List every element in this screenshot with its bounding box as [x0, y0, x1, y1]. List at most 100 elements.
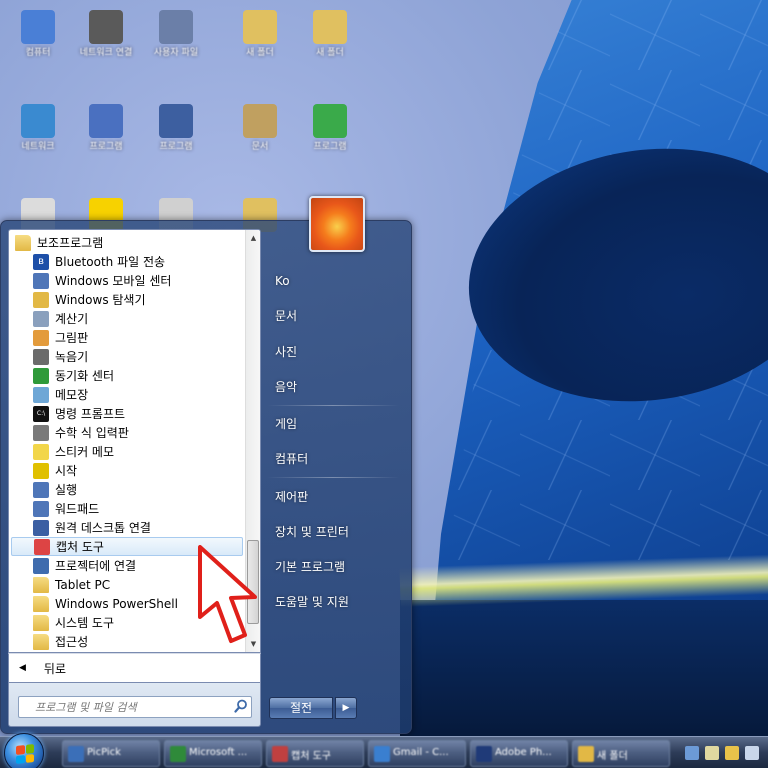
right-item-devices-printers[interactable]: 장치 및 프린터 [267, 517, 405, 547]
icon-network[interactable]: 네트워크 연결 [76, 4, 136, 74]
program-item[interactable]: 워드패드 [11, 499, 243, 518]
program-item[interactable]: ʙ Bluetooth 파일 전송 [11, 252, 243, 271]
right-item-control-panel[interactable]: 제어판 [267, 482, 405, 512]
program-label: 메모장 [55, 388, 89, 402]
taskbar-app-icon [476, 746, 492, 762]
program-label: 캡처 도구 [56, 540, 104, 554]
shutdown-options-arrow-icon[interactable]: ▶ [335, 697, 357, 719]
taskbar-button[interactable]: Microsoft ... [164, 740, 262, 767]
math-input-icon [33, 424, 49, 441]
tray-network-icon[interactable] [685, 746, 699, 760]
program-item[interactable]: 녹음기 [11, 347, 243, 366]
right-item-documents[interactable]: 문서 [267, 301, 405, 331]
desktop-icon-label: 프로그램 [89, 142, 123, 152]
program-label: 시스템 도구 [55, 616, 115, 630]
desktop-icon-label: 프로그램 [313, 142, 347, 152]
program-item[interactable]: 동기화 센터 [11, 366, 243, 385]
program-label: 시작 [55, 464, 78, 478]
explorer-icon [33, 291, 49, 308]
program-label: 접근성 [55, 635, 89, 649]
taskbar-button-label: Adobe Ph... [495, 747, 552, 758]
program-item[interactable]: 원격 데스크톱 연결 [11, 518, 243, 537]
taskbar-button-label: Microsoft ... [189, 747, 248, 758]
program-item[interactable]: 그림판 [11, 328, 243, 347]
windows-logo-icon [16, 744, 34, 764]
icon-app-2[interactable]: 프로그램 [146, 98, 206, 168]
icon-app-3[interactable]: 프로그램 [300, 98, 360, 168]
icon-folder-1[interactable]: 새 폴더 [230, 4, 290, 74]
right-item-pictures[interactable]: 사진 [267, 337, 405, 367]
icon-computer[interactable]: 컴퓨터 [8, 4, 68, 74]
icon-user-files-icon [159, 10, 193, 44]
program-item[interactable]: C:\ 명령 프롬프트 [11, 404, 243, 423]
icon-file-1[interactable]: 문서 [230, 98, 290, 168]
back-button[interactable]: ◀ 뒤로 [8, 653, 261, 683]
system-tray [676, 737, 768, 768]
taskbar-button[interactable]: 캡처 도구 [266, 740, 364, 767]
right-item-default-programs[interactable]: 기본 프로그램 [267, 552, 405, 582]
icon-network-2-icon [21, 104, 55, 138]
icon-network-2[interactable]: 네트워크 [8, 98, 68, 168]
tray-volume-icon[interactable] [705, 746, 719, 760]
right-item-computer[interactable]: 컴퓨터 [267, 444, 405, 474]
start-menu: 보조프로그램 ʙ Bluetooth 파일 전송 Windows 모바일 센터 Wind… [0, 196, 412, 734]
taskbar-app-icon [68, 746, 84, 762]
sound-recorder-icon [33, 348, 49, 365]
icon-folder-2[interactable]: 새 폴더 [300, 4, 360, 74]
desktop-icon-label: 사용자 파일 [153, 48, 199, 58]
right-item-help-support[interactable]: 도움말 및 지원 [267, 587, 405, 617]
program-item[interactable]: 실행 [11, 480, 243, 499]
program-item[interactable]: 수학 식 입력판 [11, 423, 243, 442]
red-pointer-arrow-icon [198, 545, 257, 643]
icon-user-files[interactable]: 사용자 파일 [146, 4, 206, 74]
projector-icon [33, 557, 49, 574]
taskbar-button[interactable]: PicPick [62, 740, 160, 767]
user-account-picture[interactable] [309, 196, 365, 252]
right-item-games[interactable]: 게임 [267, 409, 405, 439]
scroll-up-button[interactable]: ▲ [246, 230, 260, 246]
icon-app-1[interactable]: 프로그램 [76, 98, 136, 168]
notepad-icon [33, 386, 49, 403]
right-item-music[interactable]: 음악 [267, 372, 405, 402]
start-button[interactable] [4, 733, 44, 768]
icon-folder-1-icon [243, 10, 277, 44]
desktop-icon-label: 문서 [251, 142, 269, 152]
taskbar-button[interactable]: Gmail - C... [368, 740, 466, 767]
program-folder[interactable]: 보조프로그램 [11, 233, 243, 252]
wordpad-icon [33, 500, 49, 517]
taskbar-button[interactable]: Adobe Ph... [470, 740, 568, 767]
program-label: 동기화 센터 [55, 369, 115, 383]
program-item[interactable]: Windows 탐색기 [11, 290, 243, 309]
program-label: 프로젝터에 연결 [55, 559, 137, 573]
sync-center-icon [33, 367, 49, 384]
program-label: 수학 식 입력판 [55, 426, 129, 440]
shutdown-button[interactable]: 절전 [269, 697, 333, 719]
right-item-user[interactable]: Ko [267, 266, 405, 296]
tray-flag-icon[interactable] [725, 746, 739, 760]
program-item[interactable]: 메모장 [11, 385, 243, 404]
folder-icon [33, 576, 49, 593]
icon-app-2-icon [159, 104, 193, 138]
program-item[interactable]: Windows 모바일 센터 [11, 271, 243, 290]
program-label: 녹음기 [55, 350, 89, 364]
tray-app-icon[interactable] [745, 746, 759, 760]
remote-desktop-icon [33, 519, 49, 536]
calculator-icon [33, 310, 49, 327]
program-item[interactable]: 스티커 메모 [11, 442, 243, 461]
snipping-tool-icon [34, 538, 50, 555]
taskbar-button[interactable]: 새 폴더 [572, 740, 670, 767]
bluetooth-icon: ʙ [33, 253, 49, 270]
back-label: 뒤로 [43, 661, 67, 676]
program-item[interactable]: 시작 [11, 461, 243, 480]
desktop-icon-label: 네트워크 연결 [79, 48, 133, 58]
command-prompt-icon: C:\ [33, 405, 49, 422]
search-icon[interactable] [234, 699, 248, 713]
program-label: 스티커 메모 [55, 445, 115, 459]
taskbar-button-label: 캡처 도구 [291, 751, 331, 762]
desktop-icon-label: 네트워크 [21, 142, 55, 152]
desktop-icon-label: 프로그램 [159, 142, 193, 152]
desktop-icon-label: 컴퓨터 [25, 48, 51, 58]
search-input[interactable] [18, 696, 252, 718]
getting-started-icon [33, 462, 49, 479]
program-item[interactable]: 계산기 [11, 309, 243, 328]
